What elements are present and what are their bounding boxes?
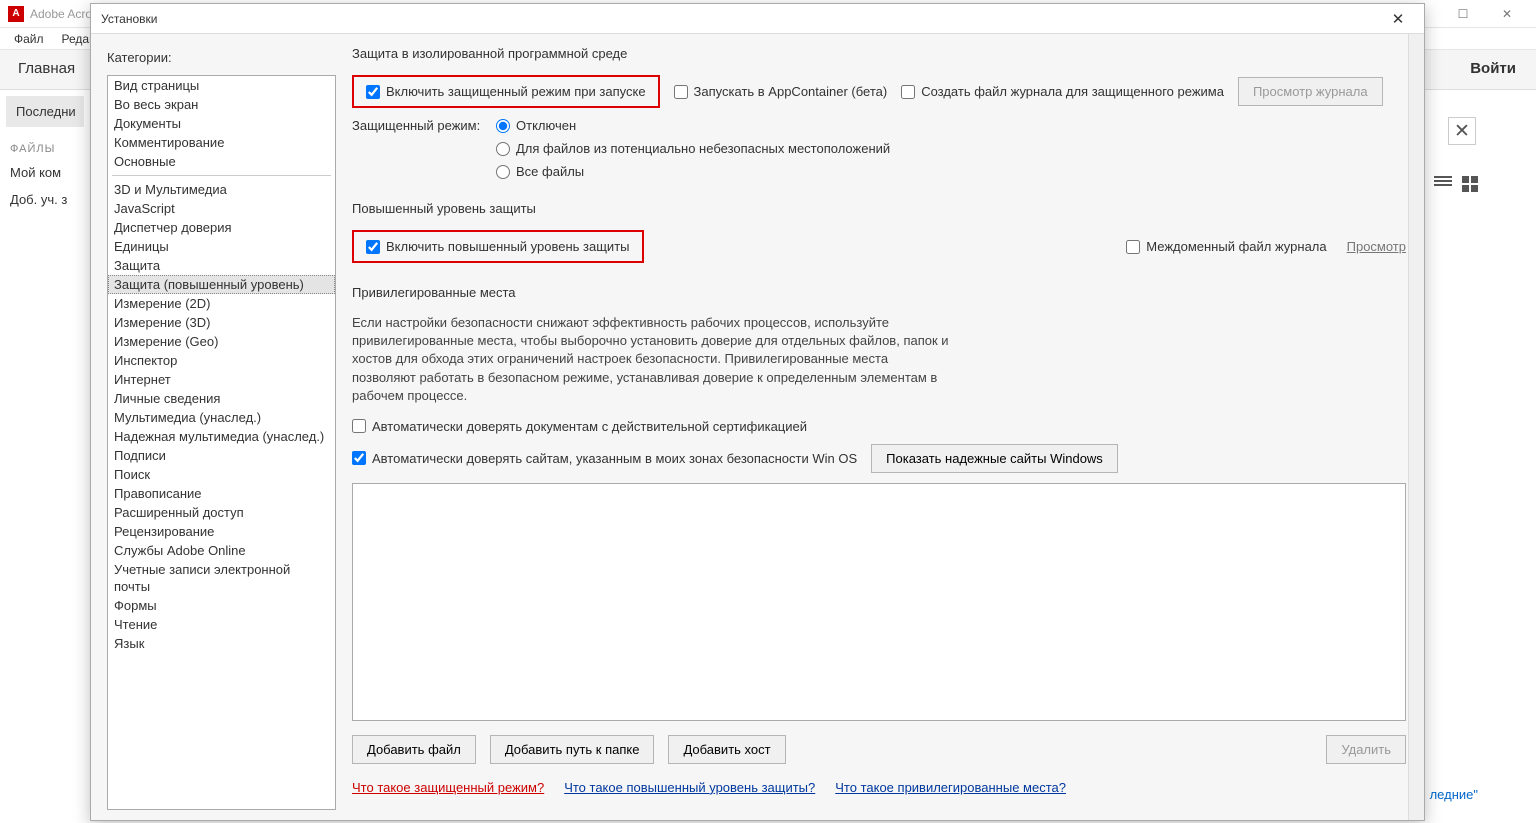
close-doc-button[interactable]: ✕ (1448, 117, 1476, 145)
tab-home[interactable]: Главная (0, 50, 93, 89)
preferences-dialog: Установки ✕ Категории: Вид страницыВо ве… (90, 3, 1425, 821)
enable-protected-mode-label: Включить защищенный режим при запуске (386, 84, 646, 99)
grid-view-icon[interactable] (1462, 176, 1478, 192)
enable-enhanced-label: Включить повышенный уровень защиты (386, 239, 630, 254)
privileged-section: Привилегированные места Если настройки б… (352, 285, 1406, 764)
window-close-button[interactable]: ✕ (1486, 4, 1528, 24)
link-enhanced[interactable]: Что такое повышенный уровень защиты? (564, 780, 815, 795)
category-item[interactable]: Основные (108, 152, 335, 171)
add-folder-button[interactable]: Добавить путь к папке (490, 735, 655, 764)
list-view-icon[interactable] (1434, 176, 1452, 190)
footer-links: Что такое защищенный режим? Что такое по… (352, 774, 1406, 797)
category-item[interactable]: Защита (108, 256, 335, 275)
enable-protected-mode-checkbox[interactable]: Включить защищенный режим при запуске (352, 75, 660, 108)
category-item[interactable]: Правописание (108, 484, 335, 503)
auto-trust-os-checkbox[interactable]: Автоматически доверять сайтам, указанным… (352, 451, 857, 466)
protected-mode-label: Защищенный режим: (352, 118, 482, 133)
category-item[interactable]: 3D и Мультимедиа (108, 180, 335, 199)
link-protected-mode[interactable]: Что такое защищенный режим? (352, 780, 544, 795)
show-trusted-sites-button[interactable]: Показать надежные сайты Windows (871, 444, 1118, 473)
create-log-label: Создать файл журнала для защищенного реж… (921, 84, 1224, 99)
sidebar-my-computer[interactable]: Мой ком (0, 159, 90, 186)
privileged-title: Привилегированные места (352, 285, 1406, 300)
left-sidebar: Последни ФАЙЛЫ Мой ком Доб. уч. з (0, 90, 90, 213)
auto-trust-os-input[interactable] (352, 451, 366, 465)
category-item[interactable]: Защита (повышенный уровень) (108, 275, 335, 294)
category-item[interactable]: Во весь экран (108, 95, 335, 114)
category-item[interactable]: Службы Adobe Online (108, 541, 335, 560)
dialog-close-button[interactable]: ✕ (1378, 10, 1418, 28)
crossdomain-label: Междоменный файл журнала (1146, 239, 1326, 254)
enable-enhanced-checkbox[interactable]: Включить повышенный уровень защиты (352, 230, 644, 263)
category-item[interactable]: Расширенный доступ (108, 503, 335, 522)
mode-radio-off[interactable]: Отключен (496, 118, 890, 133)
enable-protected-mode-input[interactable] (366, 85, 380, 99)
category-item[interactable]: Измерение (2D) (108, 294, 335, 313)
add-host-button[interactable]: Добавить хост (668, 735, 785, 764)
category-item[interactable]: Формы (108, 596, 335, 615)
view-log-button[interactable]: Просмотр журнала (1238, 77, 1383, 106)
mode-radio-all[interactable]: Все файлы (496, 164, 890, 179)
auto-trust-cert-checkbox[interactable]: Автоматически доверять документам с дейс… (352, 419, 807, 434)
category-item[interactable]: Диспетчер доверия (108, 218, 335, 237)
appcontainer-input[interactable] (674, 85, 688, 99)
category-item[interactable]: Рецензирование (108, 522, 335, 541)
category-item[interactable]: Надежная мультимедиа (унаслед.) (108, 427, 335, 446)
crossdomain-input[interactable] (1126, 240, 1140, 254)
category-item[interactable]: Чтение (108, 615, 335, 634)
delete-button[interactable]: Удалить (1326, 735, 1406, 764)
enhanced-title: Повышенный уровень защиты (352, 201, 1406, 216)
category-item[interactable]: Комментирование (108, 133, 335, 152)
auto-trust-cert-input[interactable] (352, 419, 366, 433)
categories-label: Категории: (107, 50, 336, 65)
category-item[interactable]: Язык (108, 634, 335, 653)
category-item[interactable]: Личные сведения (108, 389, 335, 408)
crossdomain-checkbox[interactable]: Междоменный файл журнала (1126, 239, 1326, 254)
category-item[interactable]: Единицы (108, 237, 335, 256)
category-item[interactable]: Учетные записи электронной почты (108, 560, 335, 596)
category-item[interactable]: Подписи (108, 446, 335, 465)
privileged-description: Если настройки безопасности снижают эффе… (352, 314, 952, 405)
signin-button[interactable]: Войти (1450, 50, 1536, 89)
auto-trust-cert-label: Автоматически доверять документам с дейс… (372, 419, 807, 434)
dialog-title: Установки (101, 12, 1378, 26)
browse-link[interactable]: Просмотр (1347, 239, 1406, 254)
category-item[interactable]: JavaScript (108, 199, 335, 218)
mode-radio-unsafe[interactable]: Для файлов из потенциально небезопасных … (496, 141, 890, 156)
category-item[interactable]: Мультимедиа (унаслед.) (108, 408, 335, 427)
menu-file[interactable]: Файл (6, 30, 52, 48)
appcontainer-label: Запускать в AppContainer (бета) (694, 84, 888, 99)
recent-link-fragment: ледние" (1430, 787, 1478, 802)
files-section-label: ФАЙЛЫ (0, 133, 90, 159)
maximize-button[interactable]: ☐ (1442, 4, 1484, 24)
add-file-button[interactable]: Добавить файл (352, 735, 476, 764)
settings-panel: Защита в изолированной программной среде… (336, 34, 1424, 820)
sandbox-title: Защита в изолированной программной среде (352, 46, 1406, 61)
enhanced-section: Повышенный уровень защиты Включить повыш… (352, 201, 1406, 263)
categories-list[interactable]: Вид страницыВо весь экранДокументыКоммен… (107, 75, 336, 810)
category-item[interactable]: Документы (108, 114, 335, 133)
create-log-input[interactable] (901, 85, 915, 99)
category-item[interactable]: Измерение (3D) (108, 313, 335, 332)
appcontainer-checkbox[interactable]: Запускать в AppContainer (бета) (674, 84, 888, 99)
sidebar-add-account[interactable]: Доб. уч. з (0, 186, 90, 213)
enable-enhanced-input[interactable] (366, 240, 380, 254)
recent-pill[interactable]: Последни (6, 96, 84, 127)
create-log-checkbox[interactable]: Создать файл журнала для защищенного реж… (901, 84, 1224, 99)
sandbox-section: Защита в изолированной программной среде… (352, 46, 1406, 179)
category-item[interactable]: Интернет (108, 370, 335, 389)
link-privileged[interactable]: Что такое привилегированные места? (835, 780, 1066, 795)
dialog-titlebar: Установки ✕ (91, 4, 1424, 34)
app-logo-icon: A (8, 6, 24, 22)
category-item[interactable]: Вид страницы (108, 76, 335, 95)
privileged-list[interactable] (352, 483, 1406, 721)
category-item[interactable]: Измерение (Geo) (108, 332, 335, 351)
categories-panel: Категории: Вид страницыВо весь экранДоку… (91, 34, 336, 820)
auto-trust-os-label: Автоматически доверять сайтам, указанным… (372, 451, 857, 466)
category-item[interactable]: Инспектор (108, 351, 335, 370)
category-item[interactable]: Поиск (108, 465, 335, 484)
